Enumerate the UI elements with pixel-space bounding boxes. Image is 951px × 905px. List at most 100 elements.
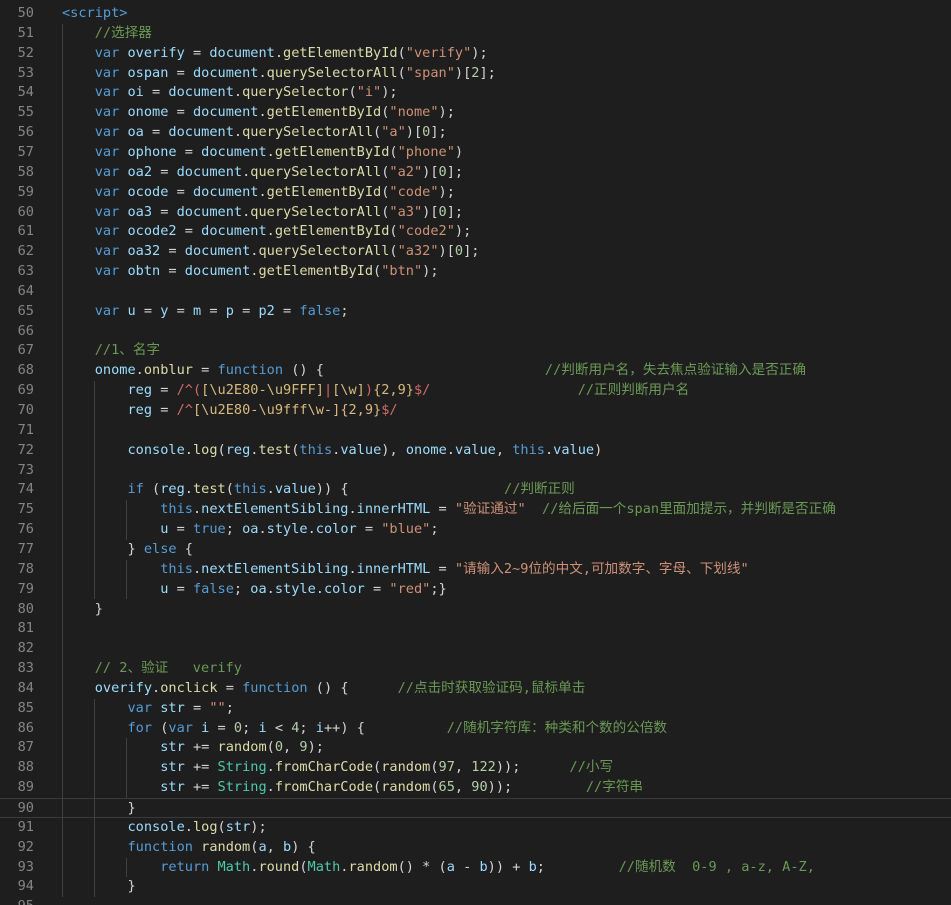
code-token: 0 [233,719,243,736]
code-token: 0 [274,739,284,756]
code-line[interactable]: 92 function random(a, b) { [0,838,951,858]
line-number: 57 [17,143,34,160]
code-text: } else { [62,540,193,560]
code-line[interactable]: 51 //选择器 [0,24,951,44]
code-token: ]; [463,243,480,260]
code-line[interactable]: 62 var oa32 = document.querySelectorAll(… [0,242,951,262]
code-line[interactable]: 90 } [0,798,951,818]
code-line[interactable]: 65 var u = y = m = p = p2 = false; [0,302,951,322]
code-token: ); [471,44,488,61]
code-token: ospan [127,64,169,81]
code-line[interactable]: 57 var ophone = document.getElementById(… [0,143,951,163]
code-token: getElementById [258,263,374,280]
code-line[interactable]: 95 [0,897,951,905]
code-token: )); [487,779,586,796]
code-token: ]; [446,163,464,180]
code-token: ( [225,481,234,498]
code-token: {2,9} [373,382,414,399]
line-number: 68 [17,362,34,379]
code-token: this [62,560,193,577]
code-token: "请输入2~9位的中文,可加数字、字母、下划线" [454,560,749,577]
line-number: 82 [17,640,34,657]
code-text: var oa = document.querySelectorAll("a")[… [62,123,447,143]
code-token: . [135,362,144,379]
code-line[interactable]: 67 //1、名字 [0,341,951,361]
code-line[interactable]: 56 var oa = document.querySelectorAll("a… [0,123,951,143]
code-text: if (reg.test(this.value)) { //判断正则 [62,480,574,500]
code-line[interactable]: 69 reg = /^([\u2E80-\u9FFF]|[\w]){2,9}$/… [0,381,951,401]
code-line[interactable]: 81 [0,619,951,639]
code-editor[interactable]: 50 <script> 51 //选择器 52 var overify = docum… [0,0,951,905]
code-text: var oa3 = document.querySelectorAll("a3"… [62,203,463,223]
code-line[interactable]: 94 } [0,877,951,897]
code-token: ( [430,779,439,796]
code-token: . [258,521,267,538]
code-line[interactable]: 76 u = true; oa.style.color = "blue"; [0,520,951,540]
code-text: str += String.fromCharCode(random(65, 90… [62,778,643,798]
code-line[interactable]: 52 var overify = document.getElementById… [0,44,951,64]
code-line[interactable]: 93 return Math.round(Math.random() * (a … [0,858,951,878]
code-line[interactable]: 53 var ospan = document.querySelectorAll… [0,64,951,84]
code-line[interactable]: 79 u = false; oa.style.color = "red";} [0,580,951,600]
code-token: String [217,779,267,796]
code-token: () * ( [397,858,447,875]
code-token: = [364,580,390,597]
code-token: document [209,44,275,61]
code-token: querySelectorAll [258,243,390,260]
code-line[interactable]: 63 var obtn = document.getElementById("b… [0,262,951,282]
line-number: 87 [17,739,34,756]
code-token: u [127,302,136,319]
code-line[interactable]: 80 } [0,600,951,620]
code-token: = [209,719,234,736]
code-token: oa2 [127,163,153,180]
code-line[interactable]: 73 [0,461,951,481]
code-line[interactable]: 61 var ocode2 = document.getElementById(… [0,222,951,242]
code-text: var overify = document.getElementById("v… [62,44,488,64]
code-line[interactable]: 83 // 2、验证 verify [0,659,951,679]
code-line[interactable]: 88 str += String.fromCharCode(random(97,… [0,758,951,778]
code-line[interactable]: 77 } else { [0,540,951,560]
code-line[interactable]: 50 <script> [0,4,951,24]
code-line[interactable]: 86 for (var i = 0; i < 4; i++) { //随机字符库… [0,719,951,739]
code-token: ; [242,719,259,736]
code-line[interactable]: 82 [0,639,951,659]
line-number: 71 [17,421,34,438]
code-line[interactable]: 58 var oa2 = document.querySelectorAll("… [0,163,951,183]
code-line[interactable]: 78 this.nextElementSibling.innerHTML = "… [0,560,951,580]
code-token: { [176,540,193,557]
code-token: style [274,580,316,597]
code-token: oa [250,580,267,597]
code-token: ; [340,302,349,319]
code-token: = [192,362,218,379]
code-line[interactable]: 91 console.log(str); [0,818,951,838]
code-line[interactable]: 72 console.log(reg.test(this.value), ono… [0,441,951,461]
code-line[interactable]: 54 var oi = document.querySelector("i"); [0,83,951,103]
code-line[interactable]: 66 [0,322,951,342]
code-token: ); [438,183,455,200]
code-line[interactable]: 70 reg = /^[\u2E80-\u9fff\w-]{2,9}$/ [0,401,951,421]
code-text: var oi = document.querySelector("i"); [62,83,398,103]
code-line[interactable]: 60 var oa3 = document.querySelectorAll("… [0,203,951,223]
code-token: oa3 [127,203,153,220]
code-line[interactable]: 64 [0,282,951,302]
code-token: querySelector [242,84,349,101]
code-line[interactable]: 55 var onome = document.getElementById("… [0,103,951,123]
code-line[interactable]: 68 onome.onblur = function () { //判断用户名，… [0,361,951,381]
code-line[interactable]: 59 var ocode = document.getElementById("… [0,183,951,203]
code-token: //点击时获取验证码,鼠标单击 [397,679,586,696]
code-text: var obtn = document.getElementById("btn"… [62,262,439,282]
code-line[interactable]: 71 [0,421,951,441]
code-line[interactable]: 85 var str = ""; [0,699,951,719]
code-token: value [553,441,595,458]
code-line[interactable]: 87 str += random(0, 9); [0,738,951,758]
code-token: . [184,818,193,835]
code-token: var [62,302,128,319]
code-line[interactable]: 84 overify.onclick = function () { //点击时… [0,679,951,699]
code-line[interactable]: 75 this.nextElementSibling.innerHTML = "… [0,500,951,520]
code-line[interactable]: 89 str += String.fromCharCode(random(65,… [0,778,951,798]
code-token: var [62,143,128,160]
code-token: 0 [438,163,447,180]
code-line[interactable]: 74 if (reg.test(this.value)) { //判断正则 [0,480,951,500]
